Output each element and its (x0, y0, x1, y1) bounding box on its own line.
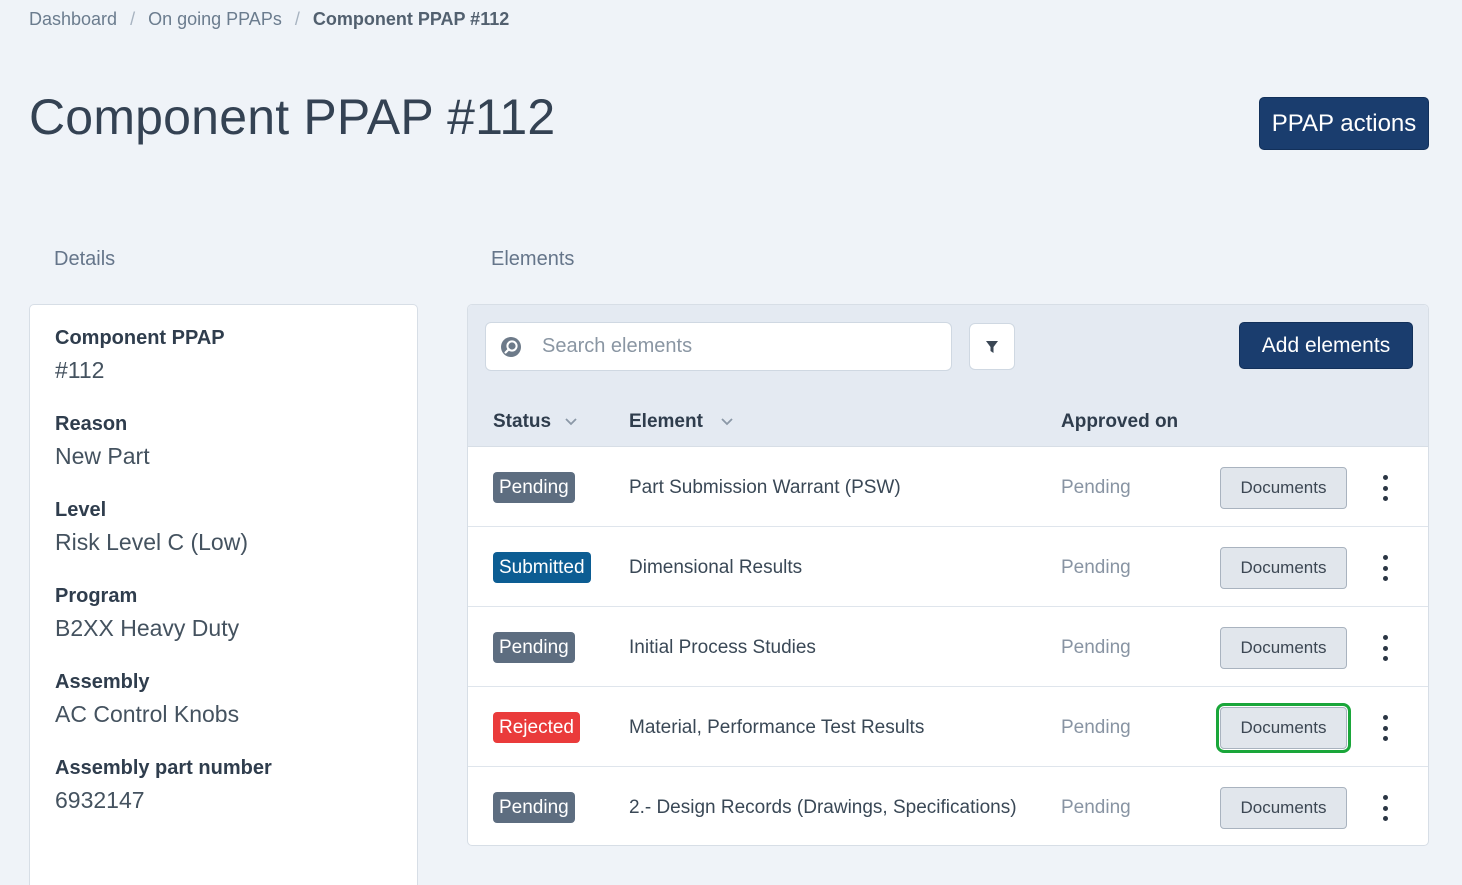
documents-button[interactable]: Documents (1220, 467, 1347, 509)
field-value: New Part (55, 443, 150, 469)
detail-reason: Reason New Part (55, 413, 417, 470)
field-value: 6932147 (55, 787, 145, 813)
element-name: Part Submission Warrant (PSW) (629, 477, 901, 498)
documents-button[interactable]: Documents (1220, 787, 1347, 829)
field-label: Program (55, 585, 138, 607)
breadcrumb-dashboard[interactable]: Dashboard (29, 9, 117, 30)
status-badge: Rejected (493, 712, 580, 743)
column-label: Approved on (1061, 411, 1179, 432)
documents-button[interactable]: Documents (1220, 627, 1347, 669)
chevron-down-icon (721, 418, 733, 426)
details-card: Component PPAP #112 Reason New Part Leve… (29, 304, 418, 885)
search-icon (500, 336, 522, 358)
breadcrumb-current: Component PPAP #112 (312, 9, 510, 29)
field-value: B2XX Heavy Duty (55, 615, 240, 641)
field-value: #112 (55, 357, 105, 383)
add-elements-button[interactable]: Add elements (1239, 322, 1413, 369)
breadcrumb-separator: / (294, 9, 300, 29)
elements-heading: Elements (491, 248, 575, 270)
chevron-down-icon (565, 418, 577, 426)
detail-assembly: Assembly AC Control Knobs (55, 671, 417, 728)
field-value: Risk Level C (Low) (55, 529, 248, 555)
breadcrumb-ongoing-ppaps[interactable]: On going PPAPs (148, 9, 282, 30)
approved-on: Pending (1061, 717, 1131, 738)
field-label: Level (55, 499, 107, 521)
elements-toolbar: Add elements Status Element Approved on (468, 305, 1428, 447)
approved-on: Pending (1061, 557, 1131, 578)
more-options-icon[interactable] (1378, 795, 1392, 821)
elements-card: Add elements Status Element Approved on … (467, 304, 1429, 846)
details-heading: Details (54, 248, 116, 270)
element-name: Initial Process Studies (629, 637, 816, 658)
documents-button[interactable]: Documents (1216, 703, 1351, 753)
search-box (485, 322, 952, 371)
field-label: Reason (55, 413, 128, 435)
breadcrumb-separator: / (130, 9, 136, 29)
approved-on: Pending (1061, 477, 1131, 498)
documents-button[interactable]: Documents (1220, 547, 1347, 589)
status-badge: Pending (493, 632, 575, 663)
approved-on: Pending (1061, 637, 1131, 658)
status-badge: Pending (493, 792, 575, 823)
approved-on: Pending (1061, 797, 1131, 818)
table-row: Pending 2.- Design Records (Drawings, Sp… (468, 767, 1428, 845)
more-options-icon[interactable] (1378, 715, 1392, 741)
field-label: Assembly part number (55, 757, 272, 779)
table-row: Rejected Material, Performance Test Resu… (468, 687, 1428, 767)
page-title: Component PPAP #112 (29, 89, 556, 145)
column-label: Element (629, 411, 703, 432)
breadcrumb: Dashboard / On going PPAPs / Component P… (29, 9, 509, 30)
search-input[interactable] (542, 335, 922, 358)
ppap-actions-button[interactable]: PPAP actions (1259, 97, 1429, 150)
field-label: Assembly (55, 671, 150, 693)
table-row: Pending Part Submission Warrant (PSW) Pe… (468, 447, 1428, 527)
detail-component-ppap: Component PPAP #112 (55, 327, 417, 384)
column-header-status[interactable]: Status (493, 411, 577, 433)
more-options-icon[interactable] (1378, 635, 1392, 661)
column-label: Status (493, 411, 552, 432)
element-name: Dimensional Results (629, 557, 803, 578)
filter-icon (984, 339, 1000, 355)
table-row: Pending Initial Process Studies Pending … (468, 607, 1428, 687)
element-name: 2.- Design Records (Drawings, Specificat… (629, 797, 1017, 818)
table-row: Submitted Dimensional Results Pending Do… (468, 527, 1428, 607)
column-header-approved-on: Approved on (1061, 411, 1178, 433)
element-name: Material, Performance Test Results (629, 717, 925, 738)
more-options-icon[interactable] (1378, 555, 1392, 581)
status-badge: Pending (493, 472, 575, 503)
elements-table-body: Pending Part Submission Warrant (PSW) Pe… (468, 447, 1428, 845)
detail-level: Level Risk Level C (Low) (55, 499, 417, 556)
field-label: Component PPAP (55, 327, 225, 349)
detail-assembly-part-number: Assembly part number 6932147 (55, 757, 417, 814)
detail-program: Program B2XX Heavy Duty (55, 585, 417, 642)
field-value: AC Control Knobs (55, 701, 240, 727)
filter-button[interactable] (969, 323, 1015, 370)
status-badge: Submitted (493, 552, 591, 583)
column-header-element[interactable]: Element (629, 411, 733, 433)
more-options-icon[interactable] (1378, 475, 1392, 501)
